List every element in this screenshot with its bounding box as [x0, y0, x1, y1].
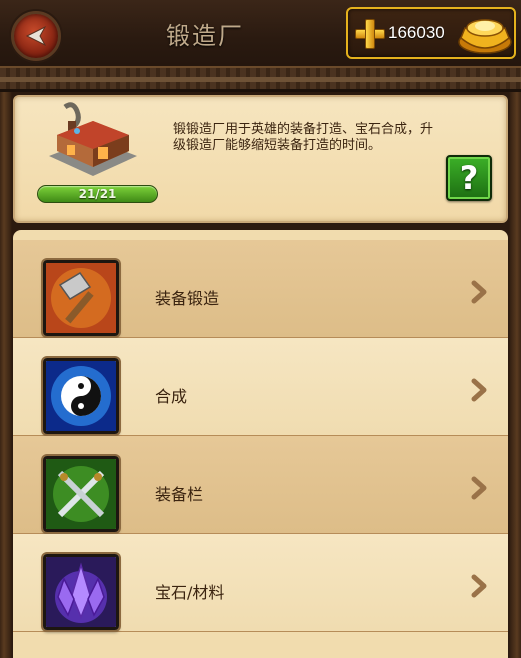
level-text: 21/21	[78, 187, 117, 201]
menu-item-label: 宝石/材料	[155, 583, 225, 602]
frame-top-border	[0, 68, 521, 92]
page-title: 锻造厂	[166, 22, 244, 50]
menu-item-equipment-forge[interactable]: 装备锻造	[13, 240, 508, 338]
yin-yang-icon	[43, 358, 119, 434]
menu-item-equipment-bar[interactable]: 装备栏	[13, 436, 508, 534]
currency-display: 166030	[346, 7, 516, 59]
crossed-swords-icon	[43, 456, 119, 532]
building-description: 锻锻造厂用于英雄的装备打造、宝石合成，升级锻造厂能够缩短装备打造的时间。	[173, 122, 434, 153]
chevron-right-icon	[471, 476, 487, 500]
gold-ingot-icon	[458, 19, 512, 54]
crystal-icon	[43, 554, 119, 630]
chevron-right-icon	[471, 280, 487, 304]
chevron-right-icon	[471, 378, 487, 402]
chevron-right-icon	[471, 574, 487, 598]
back-arrow-icon	[25, 25, 47, 47]
menu-item-label: 合成	[155, 387, 188, 406]
menu-item-label: 装备锻造	[155, 289, 220, 308]
top-bar: 锻造厂 166030	[0, 0, 521, 68]
help-button[interactable]: ?	[446, 155, 492, 201]
menu-item-synthesis[interactable]: 合成	[13, 338, 508, 436]
plus-icon[interactable]	[355, 19, 385, 49]
back-button[interactable]	[11, 11, 61, 61]
forge-building-icon	[49, 102, 137, 176]
forge-menu-list: 装备锻造 合成 装备栏 宝石/材料	[13, 230, 508, 658]
menu-item-label: 装备栏	[155, 485, 204, 504]
level-progress-bar: 21/21	[37, 185, 158, 203]
hammer-icon	[43, 260, 119, 336]
currency-amount: 166030	[388, 23, 445, 42]
menu-item-gems-materials[interactable]: 宝石/材料	[13, 534, 508, 632]
building-info-panel: 21/21 锻锻造厂用于英雄的装备打造、宝石合成，升级锻造厂能够缩短装备打造的时…	[13, 95, 508, 223]
